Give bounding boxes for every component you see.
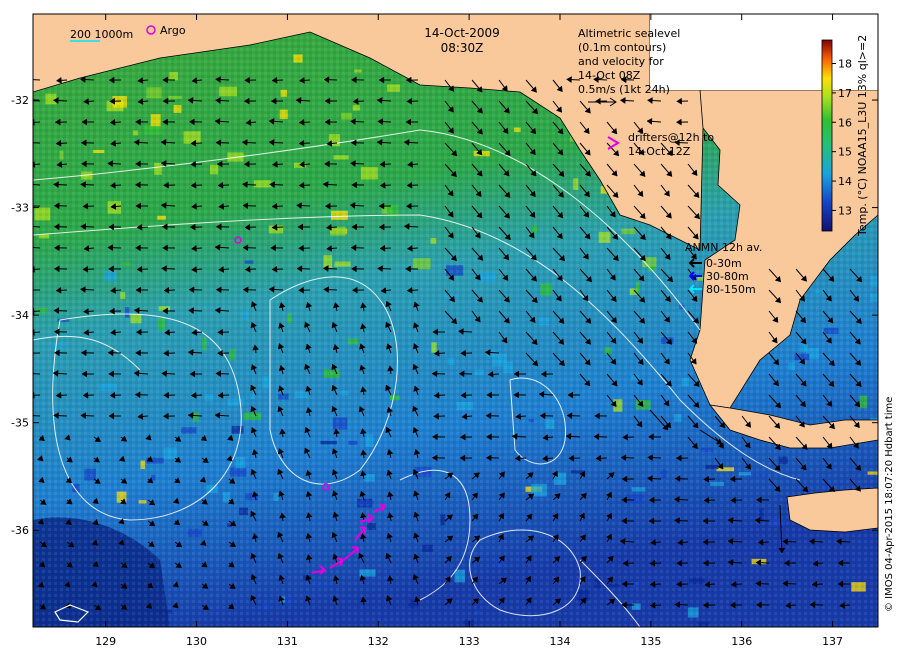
anmn-item-label: 0-30m: [706, 257, 742, 270]
colorbar-label: Temp. (°C) NOAA15_L3U 13% ql>=2: [856, 35, 869, 237]
y-tick-label: -36: [11, 524, 29, 537]
anmn-item-label: 30-80m: [706, 270, 749, 283]
legend-panel-background: [650, 14, 878, 90]
x-tick-label: 136: [731, 635, 752, 648]
x-tick-label: 137: [822, 635, 843, 648]
y-tick-label: -32: [11, 94, 29, 107]
drifters-note-line2: 14-Oct 12Z: [628, 145, 691, 158]
anmn-legend-title: ANMN 12h av.: [685, 241, 762, 254]
map-plot-area: [33, 14, 878, 627]
map-date: 14-Oct-2009: [424, 26, 500, 40]
x-tick-label: 134: [549, 635, 570, 648]
copyright-credit: © IMOS 04-Apr-2015 18:07:20 Hdbart time: [884, 397, 895, 612]
colorbar-tick-label: 18: [838, 58, 852, 71]
colorbar-tick-label: 17: [838, 87, 852, 100]
anmn-item-label: 80-150m: [706, 283, 756, 296]
altimetry-note-line: (0.1m contours): [578, 41, 666, 54]
map-time: 08:30Z: [441, 41, 484, 55]
colorbar-tick-label: 15: [838, 146, 852, 159]
x-tick-label: 131: [277, 635, 298, 648]
sst-map: 129 130 131 132 133 134 135 136 137 -32 -33 -34 -35…: [11, 13, 895, 648]
scale-bar-label: 200 1000m: [70, 28, 133, 41]
x-tick-label: 132: [368, 635, 389, 648]
colorbar-tick-label: 14: [838, 175, 852, 188]
colorbar-scale: [821, 39, 833, 232]
y-tick-label: -35: [11, 417, 29, 430]
drifters-note-line1: drifters@12h to: [628, 131, 714, 144]
colorbar-tick-label: 13: [838, 204, 852, 217]
altimetry-note-line: Altimetric sealevel: [578, 27, 680, 40]
x-tick-label: 130: [186, 635, 207, 648]
altimetry-note-line: 0.5m/s (1kt 24h): [578, 83, 670, 96]
altimetry-note-line: 14-Oct 08Z: [578, 69, 641, 82]
argo-legend-label: Argo: [160, 24, 186, 37]
y-tick-label: -33: [11, 202, 29, 215]
x-tick-label: 133: [459, 635, 480, 648]
y-tick-label: -34: [11, 309, 29, 322]
x-tick-label: 129: [95, 635, 116, 648]
colorbar-tick-label: 16: [838, 116, 852, 129]
altimetry-note-line: and velocity for: [578, 55, 664, 68]
x-tick-label: 135: [640, 635, 661, 648]
